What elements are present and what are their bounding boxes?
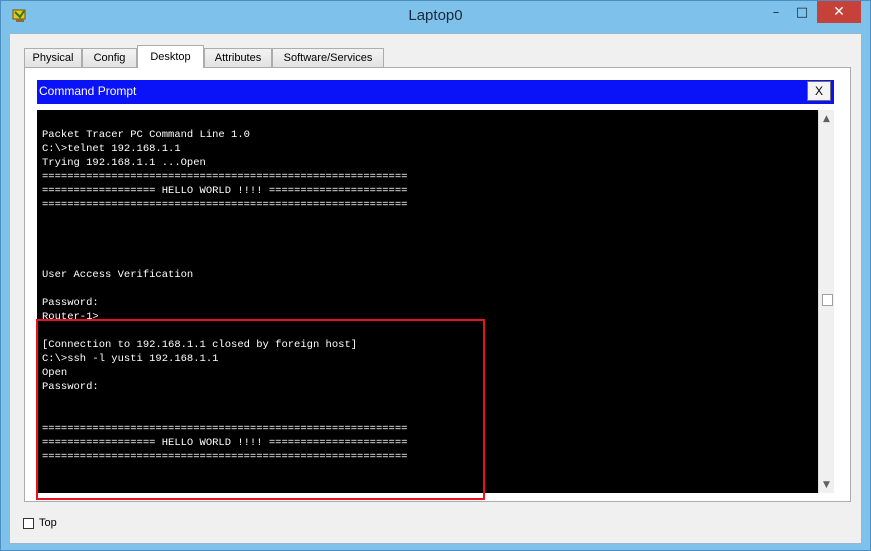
tab-config[interactable]: Config	[82, 48, 137, 67]
window-client-area: Physical Config Desktop Attributes Softw…	[9, 33, 862, 544]
top-checkbox-label: Top	[39, 517, 57, 529]
terminal-line: Password:	[42, 381, 99, 393]
terminal-line: ========================================…	[42, 171, 408, 183]
command-prompt-header: Command Prompt X	[37, 80, 834, 104]
terminal-line: Password:	[42, 297, 99, 309]
tab-attributes[interactable]: Attributes	[204, 48, 272, 67]
terminal-line: [Connection to 192.168.1.1 closed by for…	[42, 339, 358, 351]
terminal-line: Open	[42, 367, 68, 379]
terminal-line: ========================================…	[42, 451, 408, 463]
terminal-line: ================== HELLO WORLD !!!! ====…	[42, 185, 408, 197]
scroll-down-arrow-icon[interactable]: ▼	[819, 476, 834, 493]
command-prompt-title: Command Prompt	[39, 84, 137, 98]
top-checkbox[interactable]	[23, 517, 34, 529]
tab-physical[interactable]: Physical	[24, 48, 82, 67]
terminal-line: C:\>telnet 192.168.1.1	[42, 143, 181, 155]
minimize-button[interactable]: –	[763, 1, 789, 23]
tab-desktop[interactable]: Desktop	[137, 45, 204, 68]
laptop-window: Laptop0 – □ ✕ Physical Config Desktop At…	[0, 0, 871, 551]
terminal-text: Packet Tracer PC Command Line 1.0 C:\>te…	[42, 128, 407, 493]
terminal-line: ========================================…	[42, 199, 408, 211]
terminal-line: Router-1>	[42, 311, 99, 323]
terminal-line: Packet Tracer PC Command Line 1.0	[42, 129, 250, 141]
terminal-line: Trying 192.168.1.1 ...Open	[42, 157, 206, 169]
terminal-line: ========================================…	[42, 423, 408, 435]
terminal-line: ================== HELLO WORLD !!!! ====…	[42, 437, 408, 449]
terminal-line: User Access Verification	[42, 269, 194, 281]
terminal-scrollbar[interactable]: ▲ ▼	[818, 110, 834, 493]
top-option-row: Top	[23, 517, 57, 529]
tab-software-services[interactable]: Software/Services	[272, 48, 384, 67]
window-title: Laptop0	[408, 7, 463, 24]
maximize-button[interactable]: □	[789, 1, 815, 23]
close-window-button[interactable]: ✕	[817, 1, 861, 23]
scroll-up-arrow-icon[interactable]: ▲	[819, 110, 834, 127]
terminal-line: C:\>ssh -l yusti 192.168.1.1	[42, 353, 219, 365]
title-bar[interactable]: Laptop0 – □ ✕	[1, 1, 870, 33]
terminal-output[interactable]: Packet Tracer PC Command Line 1.0 C:\>te…	[37, 110, 818, 493]
scrollbar-thumb[interactable]	[822, 294, 833, 306]
desktop-tab-panel: Command Prompt X Packet Tracer PC Comman…	[24, 67, 851, 502]
command-prompt-close-button[interactable]: X	[807, 81, 831, 101]
